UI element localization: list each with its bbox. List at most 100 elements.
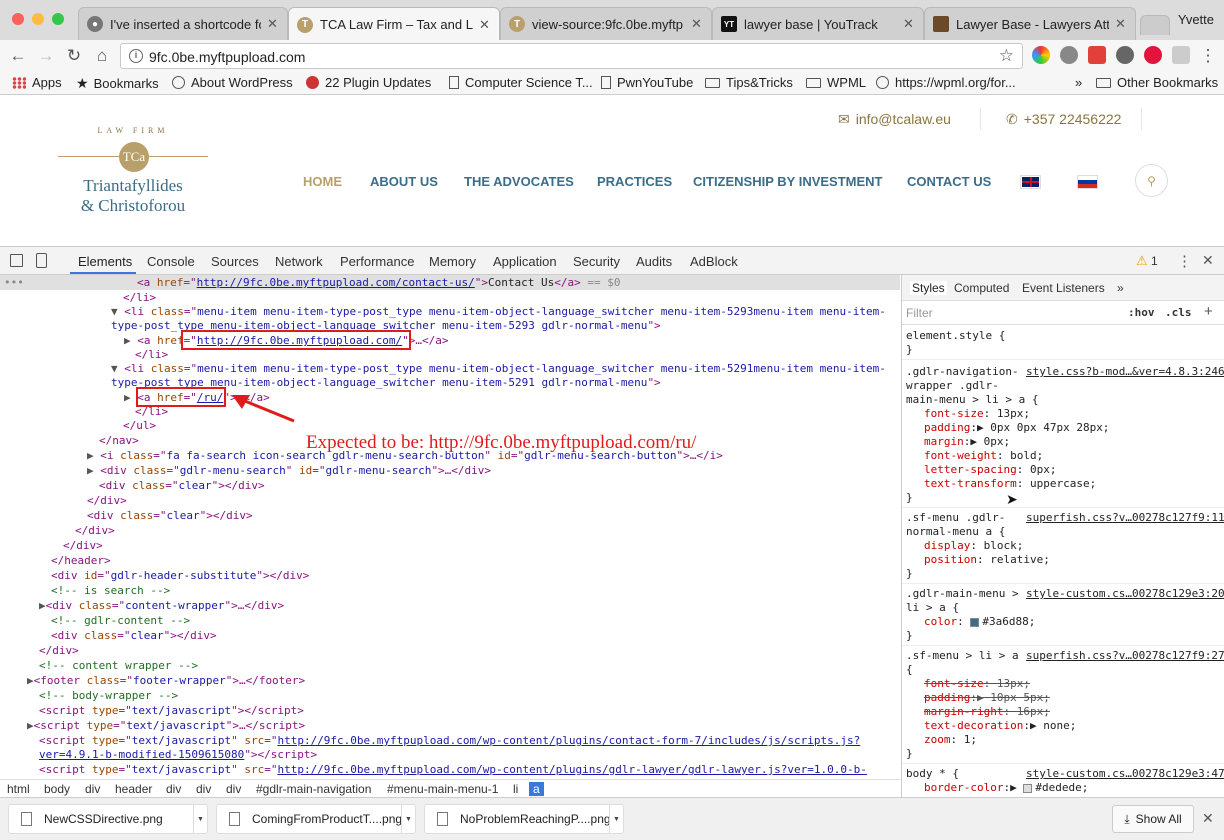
style-declaration[interactable]: border-color:▶ #dedede;: [924, 781, 1088, 794]
profile-name[interactable]: Yvette: [1178, 12, 1214, 27]
email-link[interactable]: ✉ info@tcalaw.eu: [838, 111, 951, 128]
devtools-tab-memory[interactable]: Memory: [429, 254, 476, 269]
menu-item-about-us[interactable]: ABOUT US: [370, 174, 438, 189]
minimize-window-button[interactable]: [32, 13, 44, 25]
bookmark-folder[interactable]: Tips&Tricks: [705, 75, 793, 90]
devtools-tab-elements[interactable]: Elements: [78, 254, 132, 269]
devtools-tab-console[interactable]: Console: [147, 254, 195, 269]
style-declaration[interactable]: margin:▶ 0px;: [924, 435, 1010, 448]
opera-extension-icon[interactable]: [1144, 46, 1162, 64]
reload-button[interactable]: ↻: [64, 46, 84, 66]
style-declaration[interactable]: zoom: 1;: [924, 733, 977, 746]
close-icon[interactable]: ✕: [1202, 810, 1214, 827]
bookmarks-overflow-button[interactable]: »: [1075, 75, 1082, 90]
uk-flag-icon[interactable]: [1021, 176, 1040, 188]
close-window-button[interactable]: [12, 13, 24, 25]
bookmark-item[interactable]: 22 Plugin Updates: [306, 75, 431, 90]
site-logo[interactable]: LAW FIRM TCa Triantafyllides & Christofo…: [56, 126, 210, 218]
style-declaration[interactable]: letter-spacing: 0px;: [924, 463, 1056, 476]
wordpress-extension-icon[interactable]: [1116, 46, 1134, 64]
show-all-button[interactable]: ⤓ Show All: [1112, 805, 1194, 833]
breadcrumb-item[interactable]: div: [85, 782, 100, 796]
dom-node[interactable]: ▶ <div class="gdlr-menu-search" id="gdlr…: [87, 463, 491, 478]
bookmark-item[interactable]: PwnYouTube: [601, 75, 693, 90]
chevron-down-icon[interactable]: ▼: [401, 805, 415, 833]
devtools-tab-sources[interactable]: Sources: [211, 254, 259, 269]
style-selector[interactable]: .sf-menu .gdlr-: [906, 511, 1005, 524]
info-icon[interactable]: i: [129, 49, 143, 63]
download-item[interactable]: NoProblemReachingP....png ▼: [424, 804, 624, 834]
hover-state-button[interactable]: :hov: [1128, 306, 1155, 319]
devtools-tab-performance[interactable]: Performance: [340, 254, 414, 269]
home-button[interactable]: ⌂: [92, 46, 112, 66]
menu-item-home[interactable]: HOME: [303, 174, 342, 189]
dom-node[interactable]: ▶<footer class="footer-wrapper">…</foote…: [27, 673, 305, 688]
event-listeners-tab[interactable]: Event Listeners: [1022, 281, 1105, 295]
stylesheet-link[interactable]: style.css?b-mod…&ver=4.8.3:246: [1026, 365, 1224, 378]
style-declaration[interactable]: text-decoration:▶ none;: [924, 719, 1076, 732]
dom-tree[interactable]: ••• <a href="http://9fc.0be.myftpupload.…: [0, 275, 900, 779]
color-picker-extension-icon[interactable]: [1032, 46, 1050, 64]
browser-tab[interactable]: T view-source:9fc.0be.myftp ✕: [500, 7, 712, 40]
dom-node[interactable]: <a href="http://9fc.0be.myftpupload.com/…: [137, 275, 621, 290]
breadcrumb-item[interactable]: div: [166, 782, 181, 796]
filter-input[interactable]: Filter: [906, 306, 933, 320]
dots-extension-icon[interactable]: [1088, 46, 1106, 64]
gear-extension-icon[interactable]: [1060, 46, 1078, 64]
style-rule[interactable]: element.style {: [906, 329, 1005, 342]
breadcrumb-item[interactable]: header: [115, 782, 152, 796]
browser-menu-icon[interactable]: ⋮: [1198, 46, 1218, 66]
address-bar[interactable]: i 9fc.0be.myftpupload.com ☆: [120, 43, 1023, 69]
breadcrumb-item[interactable]: #gdlr-main-navigation: [256, 782, 371, 796]
close-icon[interactable]: ✕: [691, 16, 703, 32]
close-icon[interactable]: ✕: [267, 16, 279, 32]
style-declaration[interactable]: display: block;: [924, 539, 1023, 552]
device-toolbar-icon[interactable]: [36, 253, 47, 268]
close-icon[interactable]: ✕: [479, 17, 491, 33]
stylesheet-link[interactable]: style-custom.cs…00278c129e3:20: [1026, 587, 1224, 600]
download-item[interactable]: ComingFromProductT....png ▼: [216, 804, 416, 834]
dom-node[interactable]: </li>: [135, 347, 168, 362]
dom-node[interactable]: </nav>: [99, 433, 139, 448]
devtools-tab-adblock[interactable]: AdBlock: [690, 254, 738, 269]
bookmark-folder[interactable]: WPML: [806, 75, 866, 90]
dropbox-extension-icon[interactable]: [1172, 46, 1190, 64]
more-options-icon[interactable]: ⋮: [1177, 252, 1192, 270]
warning-count[interactable]: 1: [1151, 254, 1158, 268]
russia-flag-icon[interactable]: [1078, 176, 1097, 188]
menu-item-practices[interactable]: PRACTICES: [597, 174, 672, 189]
dom-node[interactable]: </li>: [123, 290, 156, 305]
bookmark-item[interactable]: https://wpml.org/for...: [876, 75, 1016, 90]
style-declaration-overridden[interactable]: margin-right: 16px;: [924, 705, 1050, 718]
dom-node[interactable]: ▼ <li class="menu-item menu-item-type-po…: [111, 304, 886, 319]
style-selector[interactable]: body * {: [906, 767, 959, 780]
bookmark-item[interactable]: Computer Science T...: [449, 75, 593, 90]
dom-node[interactable]: <div class="clear"></div>: [51, 628, 217, 643]
menu-item-citizenship[interactable]: CITIZENSHIP BY INVESTMENT: [693, 174, 883, 189]
dom-node[interactable]: </div>: [63, 538, 103, 553]
bookmark-star-icon[interactable]: ☆: [999, 46, 1014, 66]
warning-icon[interactable]: ⚠: [1136, 253, 1148, 269]
class-toggle-button[interactable]: .cls: [1165, 306, 1192, 319]
devtools-tab-application[interactable]: Application: [493, 254, 557, 269]
devtools-tab-network[interactable]: Network: [275, 254, 323, 269]
style-declaration[interactable]: text-transform: uppercase;: [924, 477, 1096, 490]
dom-node[interactable]: </div>: [39, 643, 79, 658]
style-declaration[interactable]: font-size: 13px;: [924, 407, 1030, 420]
forward-button[interactable]: →: [36, 46, 56, 66]
dom-node[interactable]: </header>: [51, 553, 111, 568]
chevron-down-icon[interactable]: ▼: [609, 805, 623, 833]
close-devtools-icon[interactable]: ✕: [1202, 252, 1214, 269]
url-text[interactable]: 9fc.0be.myftpupload.com: [149, 49, 305, 65]
breadcrumb-item[interactable]: body: [44, 782, 70, 796]
breadcrumb-item[interactable]: html: [7, 782, 30, 796]
new-rule-button[interactable]: +: [1204, 303, 1213, 320]
breadcrumb-item-selected[interactable]: a: [529, 782, 544, 796]
dom-node[interactable]: <div class="clear"></div>: [99, 478, 265, 493]
download-item[interactable]: NewCSSDirective.png ▼: [8, 804, 208, 834]
styles-tab[interactable]: Styles: [910, 281, 947, 295]
close-icon[interactable]: ✕: [1115, 16, 1127, 32]
phone-link[interactable]: ✆ +357 22456222: [1006, 111, 1121, 128]
back-button[interactable]: ←: [8, 46, 28, 66]
style-declaration[interactable]: font-weight: bold;: [924, 449, 1043, 462]
